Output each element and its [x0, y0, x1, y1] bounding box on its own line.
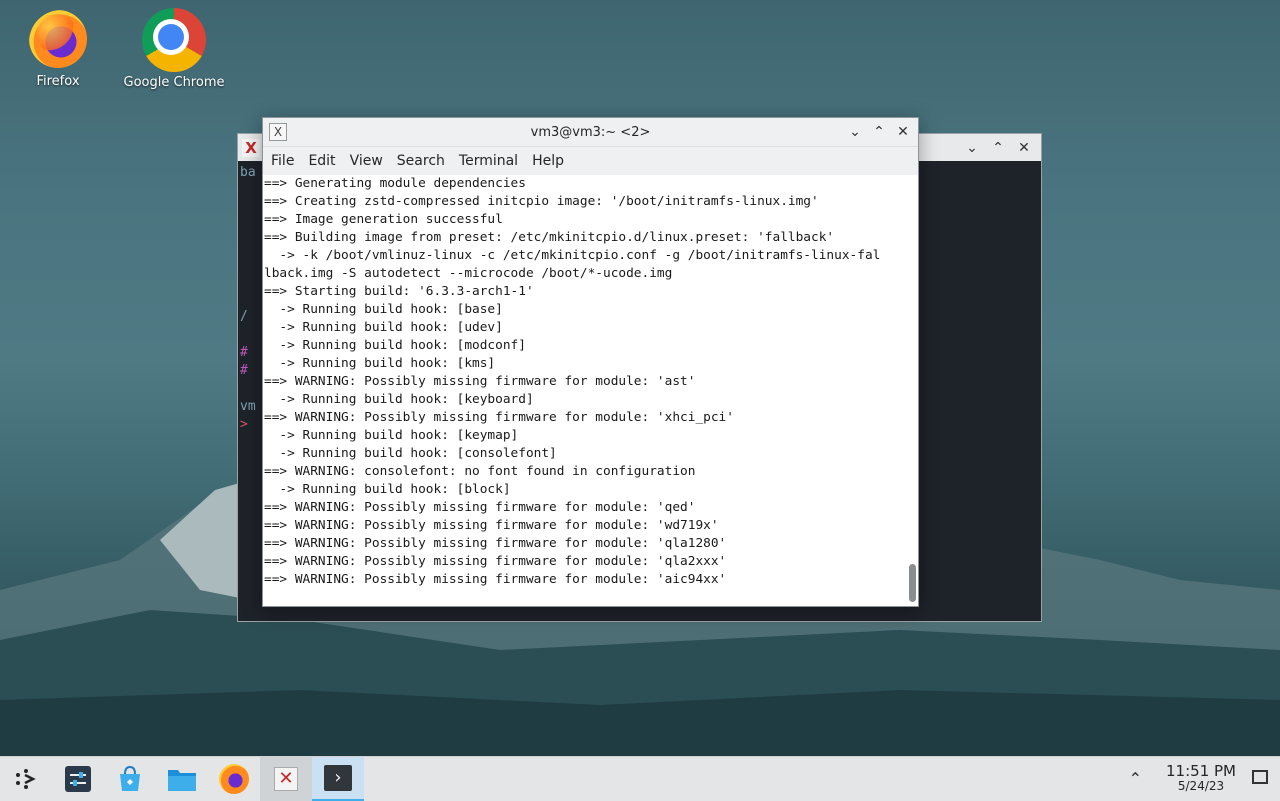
- terminal-line: ==> WARNING: consolefont: no font found …: [264, 464, 696, 479]
- desktop-icon-chrome[interactable]: Google Chrome: [119, 8, 229, 90]
- terminal-line: ==> WARNING: Possibly missing firmware f…: [264, 374, 696, 389]
- xterm-icon: X: [242, 138, 260, 157]
- firefox-icon: [219, 764, 249, 794]
- text-line: /: [240, 309, 248, 324]
- app-launcher-icon: [16, 769, 36, 789]
- terminal-output[interactable]: ==> Generating module dependencies ==> Cr…: [263, 175, 906, 606]
- firefox-icon: [29, 10, 87, 68]
- text-line: >: [240, 417, 248, 432]
- konsole-icon: ›: [324, 765, 352, 791]
- window-titlebar[interactable]: X vm3@vm3:~ <2> ⌄ ⌃ ✕: [263, 118, 918, 147]
- menu-search[interactable]: Search: [390, 153, 452, 169]
- terminal-line: -> Running build hook: [keyboard]: [264, 392, 534, 407]
- chrome-icon: [142, 8, 206, 72]
- terminal-text: ==> Generating module dependencies ==> Cr…: [263, 175, 906, 589]
- minimize-button[interactable]: ⌄: [844, 121, 866, 143]
- show-desktop-icon[interactable]: [1252, 770, 1268, 784]
- text-line: #: [240, 345, 248, 360]
- menu-bar: File Edit View Search Terminal Help: [263, 147, 918, 175]
- system-settings-button[interactable]: [52, 757, 104, 801]
- file-manager-button[interactable]: [156, 757, 208, 801]
- clock-time: 11:51 PM: [1166, 762, 1236, 780]
- terminal-line: -> Running build hook: [modconf]: [264, 338, 526, 353]
- system-tray-expand-icon[interactable]: ⌃: [1129, 769, 1142, 788]
- terminal-line: -> Running build hook: [base]: [264, 302, 503, 317]
- terminal-line: ==> Starting build: '6.3.3-arch1-1': [264, 284, 534, 299]
- desktop-icon-label: Firefox: [36, 74, 80, 89]
- terminal-line: ==> WARNING: Possibly missing firmware f…: [264, 536, 727, 551]
- terminal-line: -> -k /boot/vmlinuz-linux -c /etc/mkinit…: [264, 248, 881, 263]
- terminal-line: -> Running build hook: [keymap]: [264, 428, 519, 443]
- terminal-line: ==> WARNING: Possibly missing firmware f…: [264, 518, 719, 533]
- menu-terminal[interactable]: Terminal: [452, 153, 525, 169]
- terminal-line: -> Running build hook: [kms]: [264, 356, 496, 371]
- taskbar: ✕ › ⌃ 11:51 PM 5/24/23: [0, 756, 1280, 801]
- file-manager-icon: [168, 770, 196, 791]
- terminal-line: ==> Building image from preset: /etc/mki…: [264, 230, 835, 245]
- discover-store-icon: [120, 765, 140, 791]
- maximize-button[interactable]: ⌃: [868, 121, 890, 143]
- terminal-line: ==> WARNING: Possibly missing firmware f…: [264, 554, 727, 569]
- clock[interactable]: 11:51 PM 5/24/23: [1166, 763, 1236, 793]
- terminal-line: ==> WARNING: Possibly missing firmware f…: [264, 410, 734, 425]
- maximize-button[interactable]: ⌃: [987, 137, 1009, 159]
- scrollbar[interactable]: [906, 175, 918, 606]
- menu-edit[interactable]: Edit: [301, 153, 342, 169]
- close-button[interactable]: ✕: [1013, 137, 1035, 159]
- xterm-taskbar-button[interactable]: ✕: [260, 757, 312, 801]
- clock-date: 5/24/23: [1177, 779, 1225, 793]
- terminal-line: -> Running build hook: [consolefont]: [264, 446, 557, 461]
- firefox-taskbar-button[interactable]: [208, 757, 260, 801]
- konsole-taskbar-button[interactable]: ›: [312, 757, 364, 801]
- menu-file[interactable]: File: [263, 153, 301, 169]
- text-line: #: [240, 363, 248, 378]
- text-line: ba: [240, 165, 256, 180]
- terminal-line: ==> WARNING: Possibly missing firmware f…: [264, 500, 696, 515]
- terminal-line: lback.img -S autodetect --microcode /boo…: [264, 266, 673, 281]
- terminal-line: ==> Generating module dependencies: [264, 176, 526, 191]
- menu-help[interactable]: Help: [525, 153, 571, 169]
- scrollbar-thumb[interactable]: [909, 564, 916, 602]
- terminal-line: -> Running build hook: [block]: [264, 482, 511, 497]
- terminal-line: ==> Creating zstd-compressed initcpio im…: [264, 194, 819, 209]
- window-title: vm3@vm3:~ <2>: [530, 124, 651, 140]
- terminal-line: ==> Image generation successful: [264, 212, 503, 227]
- xterm-icon: ✕: [274, 767, 298, 791]
- terminal-line: ==> WARNING: Possibly missing firmware f…: [264, 572, 727, 587]
- system-settings-icon: [65, 766, 91, 792]
- text-line: vm: [240, 399, 256, 414]
- minimize-button[interactable]: ⌄: [961, 137, 983, 159]
- menu-view[interactable]: View: [343, 153, 390, 169]
- terminal-line: -> Running build hook: [udev]: [264, 320, 503, 335]
- background-terminal-text: ba / # # vm >: [240, 164, 256, 434]
- discover-store-button[interactable]: [104, 757, 156, 801]
- desktop-icon-firefox[interactable]: Firefox: [3, 10, 113, 89]
- terminal-window[interactable]: X vm3@vm3:~ <2> ⌄ ⌃ ✕ File Edit View Sea…: [262, 117, 919, 607]
- app-launcher-button[interactable]: [0, 757, 52, 801]
- desktop-icon-label: Google Chrome: [123, 75, 225, 90]
- close-button[interactable]: ✕: [892, 121, 914, 143]
